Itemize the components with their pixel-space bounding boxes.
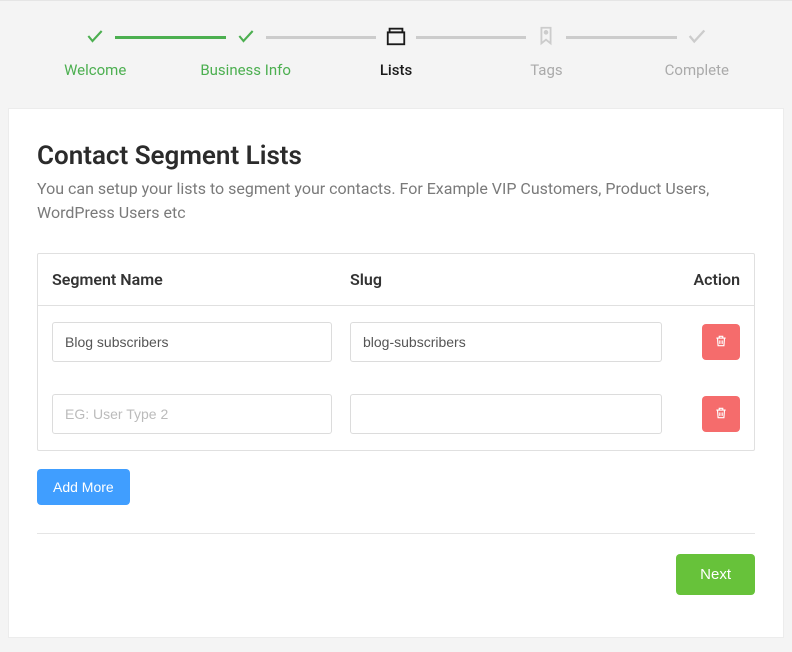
segment-row [38, 378, 754, 450]
segment-table-header: Segment Name Slug Action [38, 254, 754, 306]
check-icon [230, 23, 262, 49]
trash-icon [714, 334, 728, 351]
check-icon [79, 23, 111, 49]
segment-slug-input[interactable] [350, 322, 662, 362]
content-card: Contact Segment Lists You can setup your… [8, 108, 784, 638]
step-business-info[interactable]: Business Info [170, 1, 320, 79]
step-label: Complete [665, 61, 729, 79]
delete-row-button[interactable] [702, 396, 740, 432]
header-segment-name: Segment Name [52, 270, 350, 289]
tag-icon [529, 23, 563, 49]
segment-slug-input[interactable] [350, 394, 662, 434]
step-label: Welcome [64, 61, 126, 79]
next-button[interactable]: Next [676, 554, 755, 595]
segment-name-input[interactable] [52, 394, 332, 434]
step-lists[interactable]: Lists [321, 1, 471, 79]
header-slug: Slug [350, 270, 680, 289]
page-title: Contact Segment Lists [37, 141, 755, 171]
segment-row [38, 306, 754, 378]
archive-icon [379, 23, 413, 49]
step-welcome[interactable]: Welcome [20, 1, 170, 79]
segment-table: Segment Name Slug Action [37, 253, 755, 451]
header-action: Action [680, 270, 740, 289]
segment-name-input[interactable] [52, 322, 332, 362]
setup-stepper: Welcome Business Info Lists [0, 0, 792, 100]
step-complete[interactable]: Complete [622, 1, 772, 79]
step-label: Tags [530, 61, 562, 79]
check-icon [680, 23, 714, 49]
divider [37, 533, 755, 534]
step-label: Lists [380, 61, 412, 79]
page-subtitle: You can setup your lists to segment your… [37, 177, 755, 225]
step-tags[interactable]: Tags [471, 1, 621, 79]
step-label: Business Info [200, 61, 291, 79]
add-more-button[interactable]: Add More [37, 469, 130, 505]
delete-row-button[interactable] [702, 324, 740, 360]
trash-icon [714, 406, 728, 423]
